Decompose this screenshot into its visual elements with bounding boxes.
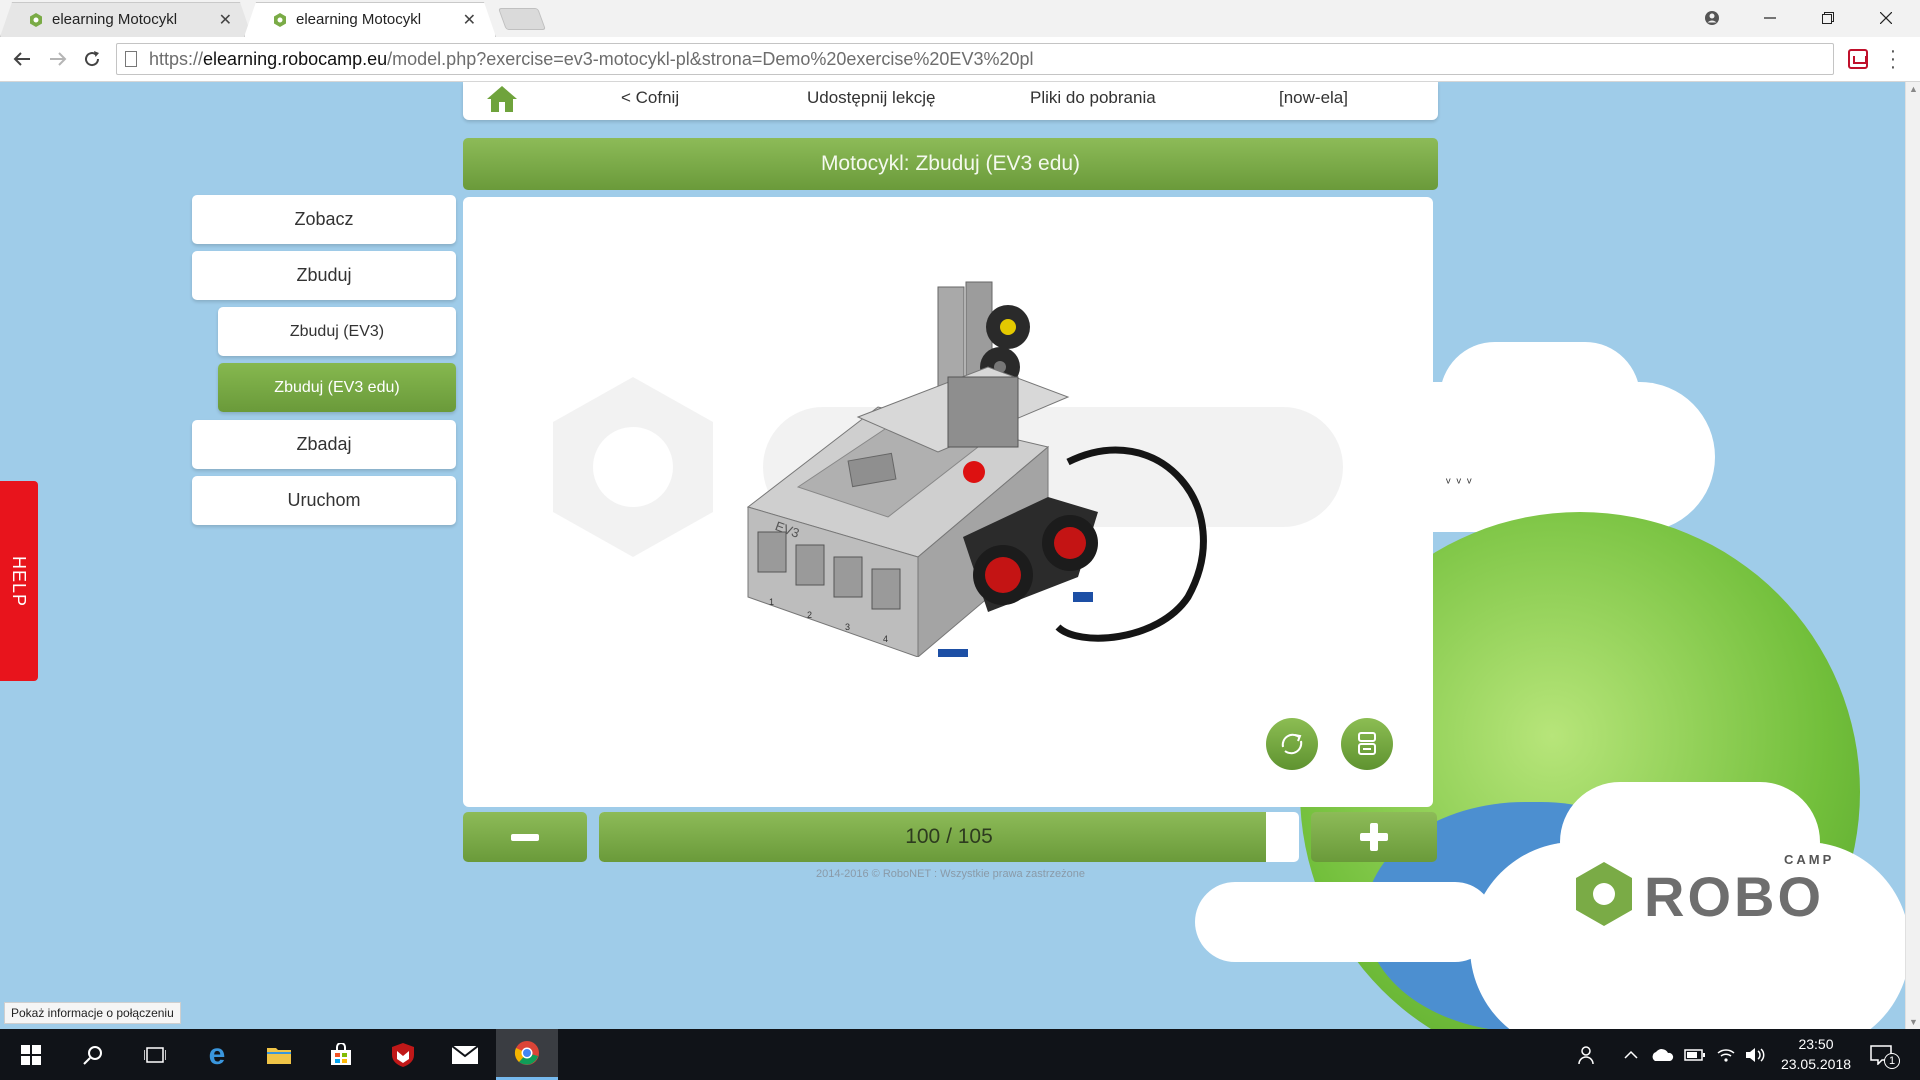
edge-icon[interactable]: e	[186, 1029, 248, 1080]
help-label: HELP	[9, 555, 30, 607]
port-label: 2	[807, 610, 813, 620]
cloud-decoration	[1195, 882, 1495, 962]
show-hidden-icons-chevron-icon[interactable]	[1624, 1029, 1638, 1080]
minimize-icon[interactable]	[1742, 0, 1798, 35]
windows-start-icon[interactable]	[0, 1029, 62, 1080]
port-label: 1	[769, 597, 775, 607]
top-nav: < Cofnij Udostępnij lekcję Pliki do pobr…	[463, 82, 1438, 120]
action-center-icon[interactable]: 1	[1870, 1029, 1900, 1080]
profile-icon[interactable]	[1684, 0, 1740, 35]
robocamp-hexagon-icon	[1576, 862, 1632, 926]
step-progress: 100 / 105	[599, 812, 1299, 862]
browser-tab-1[interactable]: elearning Motocykl ✕	[0, 2, 252, 37]
notification-count: 1	[1884, 1053, 1900, 1069]
port-label: 4	[883, 634, 889, 644]
menu-kebab-icon[interactable]: · · ·	[1888, 41, 1898, 77]
port-label: 3	[845, 622, 851, 632]
url-path: /model.php?exercise=ev3-motocykl-pl&stro…	[387, 48, 1034, 69]
page-info-icon[interactable]	[125, 51, 137, 67]
reload-icon[interactable]	[78, 45, 106, 73]
onedrive-icon[interactable]	[1650, 1029, 1674, 1080]
step-counter: 100 / 105	[905, 825, 993, 848]
new-tab-button[interactable]	[497, 8, 547, 30]
birds-decoration: ᵛᵛᵛ	[1446, 474, 1478, 490]
chrome-icon[interactable]	[496, 1029, 558, 1080]
pocket-extension-icon[interactable]	[1848, 49, 1868, 69]
sidebar-item-zbuduj[interactable]: Zbuduj	[192, 251, 456, 300]
taskbar: e 23:50 23.05.2018 1	[0, 1029, 1920, 1080]
sidebar-item-zbadaj[interactable]: Zbadaj	[192, 420, 456, 469]
model-viewer[interactable]: EV3 1 2 3 4	[463, 197, 1433, 807]
volume-icon[interactable]	[1745, 1029, 1767, 1080]
forward-arrow-icon[interactable]	[44, 45, 72, 73]
clock-date: 23.05.2018	[1780, 1056, 1852, 1072]
tab-title: elearning Motocykl	[296, 11, 422, 28]
clock-time: 23:50	[1798, 1036, 1834, 1052]
robocamp-favicon-icon	[30, 13, 42, 27]
browser-tab-2[interactable]: elearning Motocykl ✕	[244, 2, 496, 37]
url-prefix: https://	[149, 48, 204, 69]
copyright: 2014-2016 © RoboNET : Wszystkie prawa za…	[816, 868, 1085, 880]
task-view-icon[interactable]	[124, 1029, 186, 1080]
status-hint: Pokaż informacje o połączeniu	[4, 1002, 181, 1024]
close-window-icon[interactable]	[1858, 0, 1914, 35]
page-scrollbar[interactable]: ▲ ▼	[1905, 82, 1920, 1029]
page-title: Motocykl: Zbuduj (EV3 edu)	[463, 138, 1438, 190]
tab-close-icon[interactable]: ✕	[219, 10, 232, 30]
rotate-view-button[interactable]	[1266, 718, 1318, 770]
brick-stack-icon	[1358, 732, 1376, 755]
home-icon[interactable]	[485, 84, 519, 114]
previous-step-button[interactable]	[463, 812, 587, 862]
robocamp-logo: CAMP ROBO	[1574, 852, 1864, 942]
downloads-link[interactable]: Pliki do pobrania	[1030, 88, 1156, 108]
address-bar[interactable]: https://elearning.robocamp.eu/model.php?…	[116, 43, 1834, 75]
taskbar-clock[interactable]: 23:50 23.05.2018	[1776, 1034, 1856, 1074]
page-viewport: ᵛᵛᵛ CAMP ROBO < Cofnij Udostępnij lekcję…	[0, 82, 1905, 1029]
help-tab[interactable]: HELP	[0, 481, 38, 681]
restore-icon[interactable]	[1800, 0, 1856, 35]
back-arrow-icon[interactable]	[8, 45, 36, 73]
sidebar-item-zbuduj-ev3-edu[interactable]: Zbuduj (EV3 edu)	[218, 363, 456, 412]
store-icon[interactable]	[310, 1029, 372, 1080]
battery-icon[interactable]	[1684, 1029, 1706, 1080]
mail-icon[interactable]	[434, 1029, 496, 1080]
tab-close-icon[interactable]: ✕	[463, 10, 476, 30]
logo-big-text: ROBO	[1644, 865, 1824, 928]
sidebar-item-zobacz[interactable]: Zobacz	[192, 195, 456, 244]
ev3-motorcycle-model	[746, 281, 1207, 657]
browser-toolbar: https://elearning.robocamp.eu/model.php?…	[0, 37, 1920, 82]
url-domain: elearning.robocamp.eu	[203, 48, 388, 69]
rotate-icon	[1281, 733, 1303, 755]
sidebar-item-uruchom[interactable]: Uruchom	[192, 476, 456, 525]
next-step-button[interactable]	[1311, 812, 1437, 862]
robocamp-favicon-icon	[274, 13, 286, 27]
cloud-decoration	[1440, 342, 1640, 452]
file-explorer-icon[interactable]	[248, 1029, 310, 1080]
parts-list-button[interactable]	[1341, 718, 1393, 770]
mcafee-icon[interactable]	[372, 1029, 434, 1080]
people-icon[interactable]	[1578, 1029, 1598, 1080]
share-lesson-link[interactable]: Udostępnij lekcję	[807, 88, 936, 108]
tab-title: elearning Motocykl	[52, 11, 178, 28]
user-link[interactable]: [now-ela]	[1279, 88, 1348, 108]
wifi-icon[interactable]	[1716, 1029, 1736, 1080]
search-icon[interactable]	[62, 1029, 124, 1080]
browser-tabbar: elearning Motocykl ✕ elearning Motocykl …	[0, 0, 1920, 37]
back-link[interactable]: < Cofnij	[621, 88, 679, 108]
sidebar-item-zbuduj-ev3[interactable]: Zbuduj (EV3)	[218, 307, 456, 356]
